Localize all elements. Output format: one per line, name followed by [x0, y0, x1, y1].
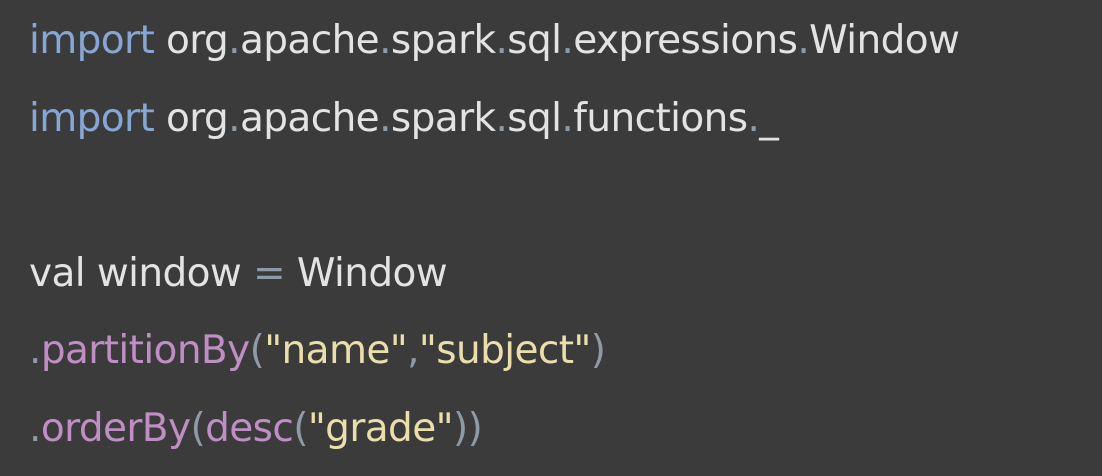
token-paren-open: ( [249, 328, 265, 373]
code-line-5: .partitionBy("name","subject") [29, 326, 1102, 404]
token-package-functions: functions [573, 95, 748, 141]
token-method-desc: desc [205, 405, 294, 451]
token-dot: . [561, 95, 574, 141]
token-dot: . [379, 18, 391, 63]
token-method-orderby: orderBy [40, 405, 191, 451]
token-package-spark: spark [390, 18, 496, 63]
token-comma: , [407, 328, 419, 373]
code-editor: import org.apache.spark.sql.expressions.… [0, 0, 1102, 476]
code-line-2: import org.apache.spark.sql.functions._ [29, 94, 1102, 172]
token-dot: . [495, 18, 508, 63]
token-dot: . [228, 95, 240, 141]
token-paren-open: ( [293, 405, 308, 451]
token-variable-window: window [96, 250, 242, 296]
token-package-apache: apache [239, 18, 380, 63]
token-class-window: Window [296, 250, 448, 296]
token-package-expressions: expressions [573, 18, 798, 63]
token-package-sql: sql [507, 18, 562, 63]
token-dot: . [495, 95, 508, 141]
token-package-apache: apache [239, 95, 380, 141]
token-class-window: Window [809, 18, 960, 63]
token-keyword-val: val [29, 250, 86, 296]
token-wildcard: _ [759, 95, 779, 141]
token-paren-close: ) [590, 328, 606, 373]
token-paren-close: )) [452, 405, 483, 451]
token-dot: . [747, 95, 760, 141]
token-keyword-import: import [29, 18, 155, 63]
token-dot: . [29, 328, 41, 373]
token-string-grade: "grade" [307, 405, 454, 451]
code-line-4: val window = Window [29, 249, 1102, 327]
token-package-sql: sql [507, 95, 562, 141]
token-dot: . [561, 18, 574, 63]
token-paren-open: ( [190, 405, 206, 451]
token-dot: . [379, 95, 391, 141]
token-method-partitionby: partitionBy [40, 328, 250, 373]
token-string-subject: "subject" [418, 328, 591, 373]
token-package-org: org [165, 18, 229, 63]
token-keyword-import: import [29, 95, 155, 141]
code-line-6: .orderBy(desc("grade")) [29, 404, 1102, 476]
token-package-org: org [165, 95, 229, 141]
token-dot: . [228, 18, 240, 63]
token-equals: = [253, 250, 286, 296]
token-dot: . [797, 18, 810, 63]
token-package-spark: spark [390, 95, 496, 141]
token-dot: . [29, 405, 41, 451]
token-string-name: "name" [264, 328, 408, 373]
code-line-1: import org.apache.spark.sql.expressions.… [29, 16, 1102, 94]
